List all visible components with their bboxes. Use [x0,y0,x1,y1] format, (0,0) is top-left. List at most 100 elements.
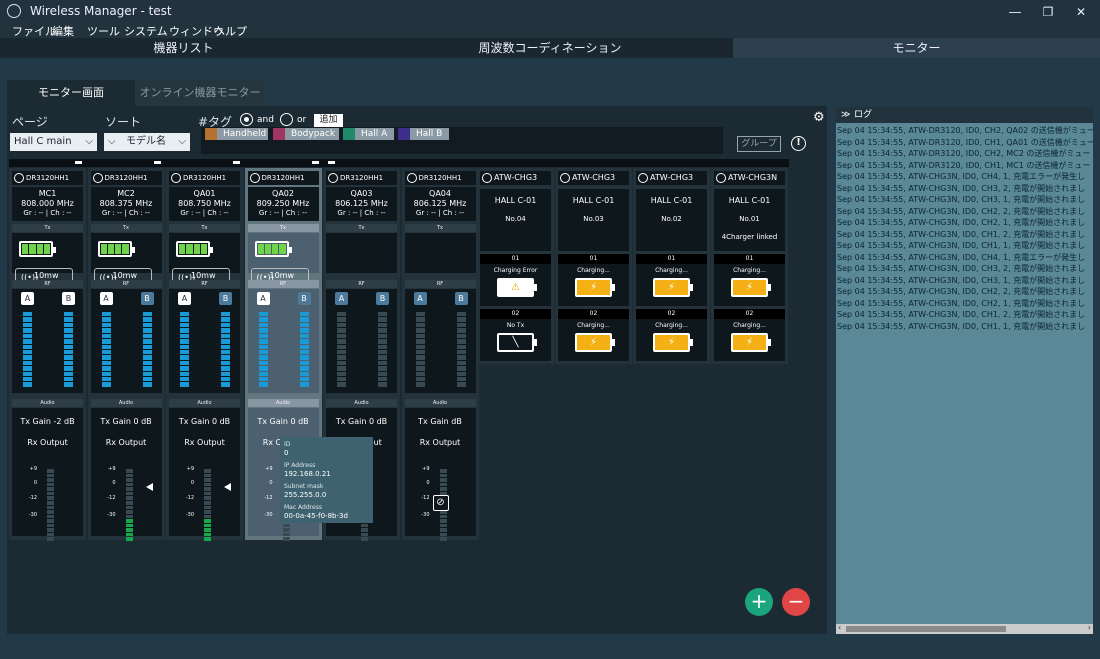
charger-header[interactable]: ATW-CHG3 [480,171,551,185]
select-radio-icon[interactable] [171,173,181,183]
battery-icon [176,241,213,257]
meter-segment [456,328,466,333]
log-horizontal-scrollbar[interactable]: ‹ › [836,623,1093,634]
tx-section: ((•)) 10mw [169,233,240,283]
meter-segment [64,339,73,344]
select-radio-icon[interactable] [14,173,24,183]
rf-section-label: RF [12,280,83,288]
tag-bodypack[interactable]: Bodypack [273,128,339,140]
slot-status: Charging... [733,267,766,274]
log-header[interactable]: ≫ ログ [836,107,1093,123]
select-radio-icon[interactable] [560,173,570,183]
tab-monitor[interactable]: モニター [733,38,1100,58]
charger-header[interactable]: ATW-CHG3N [714,171,785,185]
select-radio-icon[interactable] [92,173,103,183]
maximize-button[interactable]: ❐ [1033,2,1063,22]
tab-device-list[interactable]: 機器リスト [0,38,367,58]
slot-number: 01 [636,254,707,264]
tx-gain-label: Tx Gain [178,417,210,426]
charger-info: HALL C-01 No.01 4Charger linked [714,189,785,251]
receiver-header[interactable]: DR3120HH1 [326,171,397,185]
meter-segment [415,366,425,371]
tag-label-text: Bodypack [291,129,336,139]
sort-select[interactable]: ⌵ モデル名 ⌵ [104,133,190,151]
meter-segment [415,312,425,317]
menu-file[interactable]: ファイル [12,23,56,39]
level-scale-tick: +9 [186,466,194,472]
antenna-b-indicator: B [376,292,389,305]
receiver-header[interactable]: DR3120HH1 [169,171,240,185]
antenna-a-indicator: A [413,292,427,305]
log-line: Sep 04 15:34:55, ATW-CHG3N, ID0, CH4, 1,… [837,172,1086,181]
receiver-model: DR3120HH1 [418,174,462,182]
meter-segment [439,519,447,523]
battery-cell [179,244,186,254]
antenna-a-indicator: A [335,292,348,305]
and-radio[interactable] [240,113,253,126]
meter-segment [142,312,152,317]
scroll-left-icon[interactable]: ‹ [838,623,841,632]
rf-level-meter [23,312,32,387]
tag-hall-a[interactable]: Hall A [343,128,394,140]
charger-header[interactable]: ATW-CHG3 [636,171,707,185]
menu-tools[interactable]: ツール [87,23,120,39]
receiver-name: MC1 [38,189,57,198]
meter-segment [439,478,447,482]
tx-gain-unit: dB [141,417,152,426]
log-line: Sep 04 15:34:55, ATW-DR3120, ID0, CH2, M… [837,149,1091,158]
menu-system[interactable]: システム [124,23,168,39]
tab-frequency-coordination[interactable]: 周波数コーディネーション [367,38,733,58]
log-line: Sep 04 15:34:55, ATW-CHG3N, ID0, CH2, 1,… [837,298,1086,308]
group-button[interactable]: グループ [737,136,781,152]
slot-status: Charging Error [493,267,538,274]
output-level-marker [224,483,231,491]
gear-icon[interactable]: ⚙ [813,110,825,125]
main-tabs: 機器リスト 周波数コーディネーション モニター [0,38,1100,58]
subtab-online-monitor[interactable]: オンライン機器モニター [135,80,265,106]
menu-edit[interactable]: 編集 [52,23,74,39]
close-button[interactable]: ✕ [1066,2,1096,22]
tx-section [326,233,397,273]
meter-segment [142,371,152,377]
meter-segment [299,349,309,355]
minimize-button[interactable]: ― [1000,2,1030,22]
info-icon[interactable]: ! [791,136,806,151]
select-radio-icon[interactable] [249,173,260,183]
charging-battery-icon: ⚡ [731,333,771,352]
tag-handheld[interactable]: Handheld [205,128,268,140]
select-radio-icon[interactable] [406,173,417,183]
tx-gain-label: Tx Gain [418,417,449,426]
subtab-monitor-screen[interactable]: モニター画面 [7,80,135,106]
page-select[interactable]: Hall C main ⌵ [10,133,97,151]
rf-section: AB [404,289,476,393]
add-device-button[interactable]: + [745,588,773,616]
menu-help[interactable]: ヘルプ [214,23,247,39]
select-radio-icon[interactable] [716,173,726,183]
add-tag-button[interactable]: 追加 [314,114,343,127]
meter-segment [125,496,133,500]
receiver-header[interactable]: DR3120HH1 [90,171,162,185]
select-radio-icon[interactable] [482,173,492,183]
window-title: Wireless Manager - test [30,4,172,18]
audio-section: Tx Gain dB Rx Output +9 0 -12 -30 ⊘ [404,408,476,541]
receiver-header[interactable]: DR3120HH1 [247,171,319,185]
meter-segment [258,312,268,317]
charger-slot: 02 Charging... ⚡ [558,309,629,361]
charger-header[interactable]: ATW-CHG3 [558,171,629,185]
remove-device-button[interactable]: − [782,588,810,616]
meter-segment [101,317,111,322]
meter-segment [299,312,309,317]
receiver-header[interactable]: DR3120HH1 [404,171,476,185]
meter-segment [282,528,290,532]
select-radio-icon[interactable] [638,173,648,183]
or-radio[interactable] [280,113,293,126]
tag-hall-b[interactable]: Hall B [398,128,449,140]
tag-bar: Handheld Bodypack Hall A Hall B [201,127,723,154]
meter-segment [142,377,152,382]
receiver-header[interactable]: DR3120HH1 [12,171,83,185]
scroll-right-icon[interactable]: › [1088,623,1091,632]
tx-section-label: Tx [326,224,397,232]
select-radio-icon[interactable] [328,173,338,183]
rf-section-label: RF [169,280,240,288]
scroll-thumb[interactable] [846,626,1006,632]
